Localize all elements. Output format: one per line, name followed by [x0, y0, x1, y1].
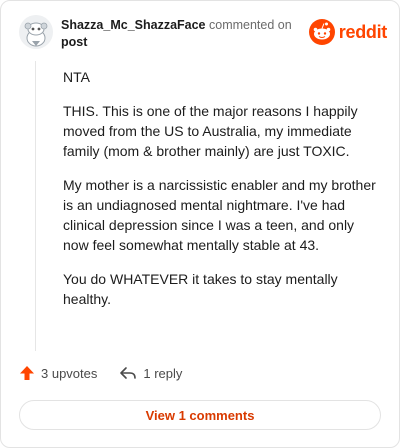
- comment-actions: 3 upvotes 1 reply: [19, 365, 204, 381]
- comment-paragraph: My mother is a narcissistic enabler and …: [63, 177, 376, 253]
- commented-on-text: commented on: [209, 18, 292, 32]
- upvote-count: 3 upvotes: [41, 365, 98, 381]
- comment-paragraph: NTA: [63, 69, 90, 85]
- upvote-button[interactable]: 3 upvotes: [19, 365, 97, 381]
- post-link[interactable]: post: [61, 34, 311, 51]
- reddit-brand[interactable]: reddit: [308, 19, 388, 45]
- comment-card: Shazza_Mc_ShazzaFace commented on post r…: [0, 0, 400, 448]
- view-comments-button[interactable]: View 1 comments: [19, 400, 381, 430]
- comment-paragraph: You do WHATEVER it takes to stay mentall…: [63, 271, 338, 307]
- snoo-avatar-icon: [19, 15, 53, 49]
- reply-button[interactable]: 1 reply: [119, 365, 182, 381]
- avatar[interactable]: [19, 15, 53, 49]
- comment-paragraph: THIS. This is one of the major reasons I…: [63, 103, 358, 159]
- reddit-logo-icon: [308, 19, 335, 45]
- thread-line[interactable]: [35, 61, 36, 351]
- comment-header: Shazza_Mc_ShazzaFace commented on post r…: [15, 13, 387, 53]
- username-link[interactable]: Shazza_Mc_ShazzaFace: [61, 18, 206, 32]
- upvote-arrow-icon: [20, 366, 34, 380]
- comment-meta: Shazza_Mc_ShazzaFace commented on post: [61, 17, 311, 51]
- reply-arrow-icon: [120, 367, 137, 379]
- reply-count: 1 reply: [143, 365, 183, 381]
- reddit-wordmark: reddit: [338, 21, 388, 42]
- comment-body: NTA THIS. This is one of the major reaso…: [63, 67, 381, 323]
